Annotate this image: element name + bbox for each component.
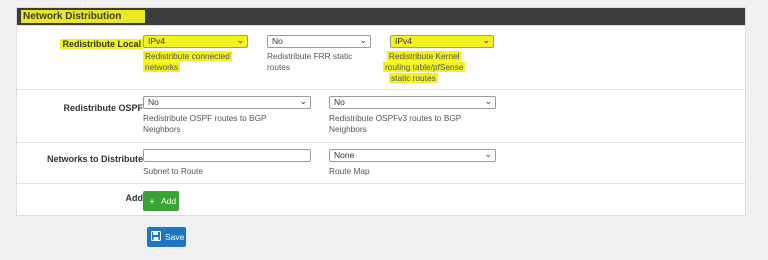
chevron-down-icon: ⌄: [236, 35, 244, 45]
save-icon: [150, 230, 162, 243]
route-map-select[interactable]: None ⌄: [329, 149, 496, 162]
redistribute-kernel-select[interactable]: IPv4 ⌄: [390, 35, 494, 48]
save-button[interactable]: Save: [147, 227, 186, 247]
redistribute-connected-select[interactable]: IPv4 ⌄: [143, 35, 248, 48]
redistribute-frr-static-help: Redistribute FRR static routes: [267, 51, 353, 72]
network-distribution-panel: Network Distribution Redistribute Local …: [16, 7, 746, 216]
section-title: Network Distribution: [23, 11, 122, 22]
redistribute-kernel-help: Redistribute Kernel routing table/pfSens…: [383, 51, 466, 83]
chevron-down-icon: ⌄: [484, 149, 492, 159]
plus-icon: +: [149, 195, 155, 206]
chevron-down-icon: ⌄: [359, 35, 367, 45]
redistribute-ospfv3-select[interactable]: No ⌄: [329, 96, 496, 109]
redistribute-local-label: Redistribute Local: [60, 39, 143, 49]
redistribute-ospf-label: Redistribute OSPF: [63, 103, 143, 113]
chevron-down-icon: ⌄: [299, 96, 307, 106]
chevron-down-icon: ⌄: [482, 35, 490, 45]
redistribute-ospfv3-help: Redistribute OSPFv3 routes to BGP Neighb…: [329, 113, 462, 134]
redistribute-connected-help: Redistribute connected networks: [143, 51, 232, 72]
redistribute-ospf-select[interactable]: No ⌄: [143, 96, 311, 109]
subnet-input[interactable]: [143, 149, 311, 162]
add-row-label: Add: [125, 193, 144, 203]
row-redistribute-ospf: Redistribute OSPF No ⌄ Redistribute OSPF…: [17, 89, 745, 142]
redistribute-frr-static-select[interactable]: No ⌄: [267, 35, 371, 48]
row-redistribute-local: Redistribute Local IPv4 ⌄ Redistribute c…: [17, 25, 745, 89]
route-map-help: Route Map: [329, 166, 370, 176]
add-button[interactable]: + Add: [143, 191, 179, 211]
row-networks-to-distribute: Networks to Distribute Subnet to Route N…: [17, 142, 745, 183]
chevron-down-icon: ⌄: [484, 96, 492, 106]
panel-heading: Network Distribution: [17, 8, 745, 25]
networks-to-distribute-label: Networks to Distribute: [46, 154, 143, 164]
subnet-help: Subnet to Route: [143, 166, 203, 176]
redistribute-ospf-help: Redistribute OSPF routes to BGP Neighbor…: [143, 113, 267, 134]
row-add: Add + Add: [17, 183, 745, 217]
